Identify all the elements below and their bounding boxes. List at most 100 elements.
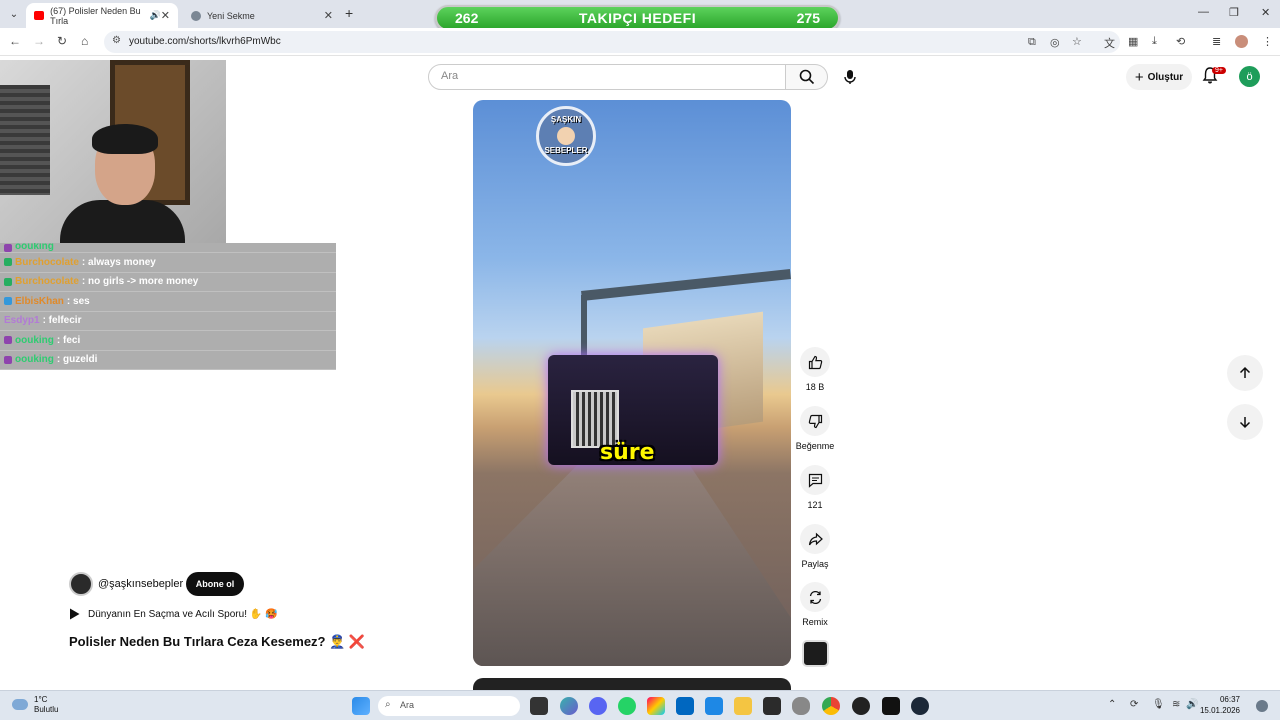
tray-sync-icon[interactable]: ⟳	[1130, 699, 1138, 710]
forward-icon[interactable]: →	[33, 34, 45, 48]
video-caption: süre	[600, 440, 655, 465]
audio-playing-icon[interactable]: 🔊	[150, 10, 161, 21]
reading-list-icon[interactable]: ≣	[1212, 35, 1221, 48]
capcut-icon[interactable]	[882, 697, 900, 715]
playlist-title: Dünyanın En Saçma ve Acılı Sporu! ✋ 🥵	[88, 608, 278, 620]
windows-start-icon[interactable]	[352, 697, 370, 715]
logo-text-top: ŞAŞKIN	[550, 115, 582, 125]
dislike-button[interactable]	[800, 406, 830, 436]
file-explorer-icon[interactable]	[530, 697, 548, 715]
chat-text: : no girls -> more money	[81, 276, 199, 288]
remix-label: Remix	[802, 617, 828, 627]
chrome-icon[interactable]	[822, 697, 840, 715]
user-avatar[interactable]: ö	[1239, 66, 1260, 87]
share-action[interactable]: Paylaş	[795, 524, 835, 569]
chat-text: : guzeldi	[56, 354, 98, 366]
tray-mic-icon[interactable]: 🎙	[1152, 699, 1165, 710]
channel-watermark-logo: ŞAŞKIN SEBEPLER	[536, 106, 596, 166]
previous-short-button[interactable]	[1227, 355, 1263, 391]
like-button[interactable]	[800, 347, 830, 377]
tab-search-button[interactable]: ⌄	[4, 5, 24, 23]
remix-icon	[809, 590, 821, 604]
notification-center-icon[interactable]	[1256, 700, 1268, 712]
address-bar[interactable]: ⚙ youtube.com/shorts/lkvrh6PmWbc ⧉ ◎ ☆	[104, 31, 1120, 53]
restore-button[interactable]: ❐	[1229, 6, 1239, 19]
obs-icon[interactable]	[852, 697, 870, 715]
chat-badge-icon	[4, 355, 12, 364]
subscribe-button[interactable]: Abone ol	[186, 572, 244, 596]
url-text: youtube.com/shorts/lkvrh6PmWbc	[129, 36, 281, 47]
tab-youtube[interactable]: (67) Polisler Neden Bu Tırla 🔊 ✕	[26, 3, 178, 28]
close-tab-icon[interactable]: ✕	[324, 9, 333, 22]
remix-button[interactable]	[800, 582, 830, 612]
comments-action[interactable]: 121	[795, 465, 835, 510]
extensions-icon[interactable]: ▦	[1128, 35, 1138, 48]
search-button[interactable]	[786, 64, 828, 90]
chat-text: : ses	[66, 295, 90, 307]
dislike-label: Beğenme	[795, 441, 835, 451]
tab-new[interactable]: Yeni Sekme ✕	[183, 3, 341, 28]
weather-temp: 1°C	[34, 695, 48, 704]
home-icon[interactable]: ⌂	[81, 34, 88, 48]
remix-action[interactable]: Remix	[795, 582, 835, 627]
plus-icon: +	[1134, 68, 1144, 86]
taskbar-search[interactable]: ⌕ Ara	[378, 696, 520, 716]
steam-icon[interactable]	[911, 697, 929, 715]
discord-icon[interactable]	[589, 697, 607, 715]
microphone-icon	[844, 70, 856, 84]
system-clock[interactable]: 06:37 15.01.2026	[1198, 695, 1240, 717]
whatsapp-icon[interactable]	[618, 697, 636, 715]
voice-search-button[interactable]	[836, 63, 864, 91]
new-tab-button[interactable]: +	[345, 5, 353, 21]
playlist-link[interactable]: Dünyanın En Saçma ve Acılı Sporu! ✋ 🥵	[69, 608, 277, 620]
share-button[interactable]	[800, 524, 830, 554]
weather-widget[interactable]: 1°C Bulutlu	[12, 695, 58, 714]
bookmark-star-icon[interactable]: ☆	[1072, 35, 1082, 48]
close-tab-icon[interactable]: ✕	[161, 9, 170, 22]
terminal-icon[interactable]	[763, 697, 781, 715]
download-icon[interactable]: ⤓	[1152, 35, 1157, 48]
chat-text: : feci	[56, 334, 81, 346]
channel-thumbnail[interactable]	[802, 640, 829, 667]
dislike-action[interactable]: Beğenme	[795, 406, 835, 451]
webcam-overlay	[0, 60, 226, 243]
back-icon[interactable]: ←	[9, 34, 21, 48]
comment-icon	[808, 473, 822, 488]
translate-icon[interactable]: 文	[1104, 35, 1115, 51]
cloud-icon	[12, 699, 28, 711]
arrow-up-icon	[1239, 366, 1251, 378]
like-action[interactable]: 18 B	[795, 347, 835, 392]
close-window-button[interactable]: ✕	[1261, 6, 1270, 19]
history-icon[interactable]: ⟲	[1176, 35, 1185, 48]
minimize-button[interactable]: —	[1198, 6, 1209, 18]
tray-volume-icon[interactable]: 🔊	[1186, 699, 1198, 710]
comments-button[interactable]	[800, 465, 830, 495]
photos-icon[interactable]	[647, 697, 665, 715]
chat-message: Esdyp1 : felfecir	[0, 311, 336, 331]
reload-icon[interactable]: ↻	[57, 34, 67, 48]
channel-handle[interactable]: @şaşkınsebepler	[98, 578, 183, 590]
clock-date: 15.01.2026	[1199, 705, 1240, 715]
install-app-icon[interactable]: ⧉	[1028, 36, 1036, 49]
weather-desc: Bulutlu	[34, 704, 59, 714]
site-info-icon[interactable]: ⚙	[112, 35, 121, 46]
short-video-player[interactable]: ŞAŞKIN SEBEPLER süre	[473, 100, 791, 666]
mouse-app-icon[interactable]	[792, 697, 810, 715]
chat-message: oouking	[0, 243, 336, 253]
create-button[interactable]: + Oluştur	[1126, 64, 1192, 90]
store-icon[interactable]	[676, 697, 694, 715]
eye-off-icon[interactable]: ◎	[1050, 36, 1060, 49]
weather-app-icon[interactable]	[705, 697, 723, 715]
profile-avatar-icon[interactable]	[1235, 35, 1248, 48]
next-short-button[interactable]	[1227, 404, 1263, 440]
tray-wifi-icon[interactable]: ≋	[1172, 699, 1180, 710]
menu-kebab-icon[interactable]: ⋮	[1262, 35, 1273, 48]
search-icon: ⌕	[385, 699, 391, 710]
search-input[interactable]: Ara	[428, 64, 786, 90]
chat-message: Burchocolate : always money	[0, 253, 336, 273]
channel-avatar[interactable]	[69, 572, 93, 596]
tab-title: Yeni Sekme	[207, 10, 255, 21]
copilot-icon[interactable]	[560, 697, 578, 715]
tray-chevron-icon[interactable]: ⌃	[1108, 699, 1116, 710]
folder-icon[interactable]	[734, 697, 752, 715]
